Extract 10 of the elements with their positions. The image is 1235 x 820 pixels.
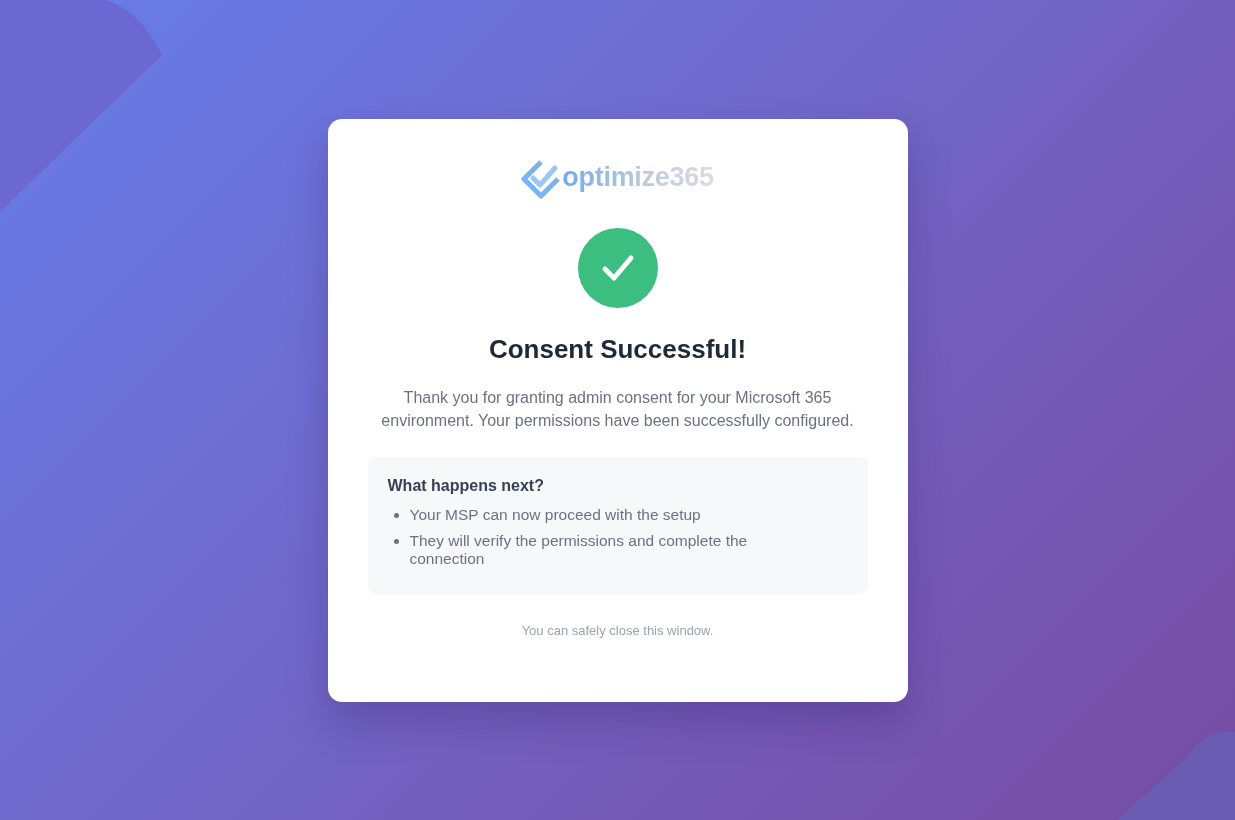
success-check-icon: [577, 227, 658, 308]
success-message: Thank you for granting admin consent for your Microsoft 365 environment. Your permissions have been successfully configured.: [380, 387, 855, 431]
bullet-icon: [393, 512, 399, 518]
footer-note: You can safely close this window.: [521, 621, 714, 640]
next-step-text: Your MSP can now proceed with the setup: [409, 505, 701, 524]
success-heading: Consent Successful!: [488, 332, 747, 366]
next-step-text: They will verify the permissions and complete the connection: [409, 531, 749, 568]
logo-icon: [521, 158, 562, 199]
bullet-icon: [393, 538, 399, 544]
next-steps-heading: What happens next?: [387, 475, 545, 496]
